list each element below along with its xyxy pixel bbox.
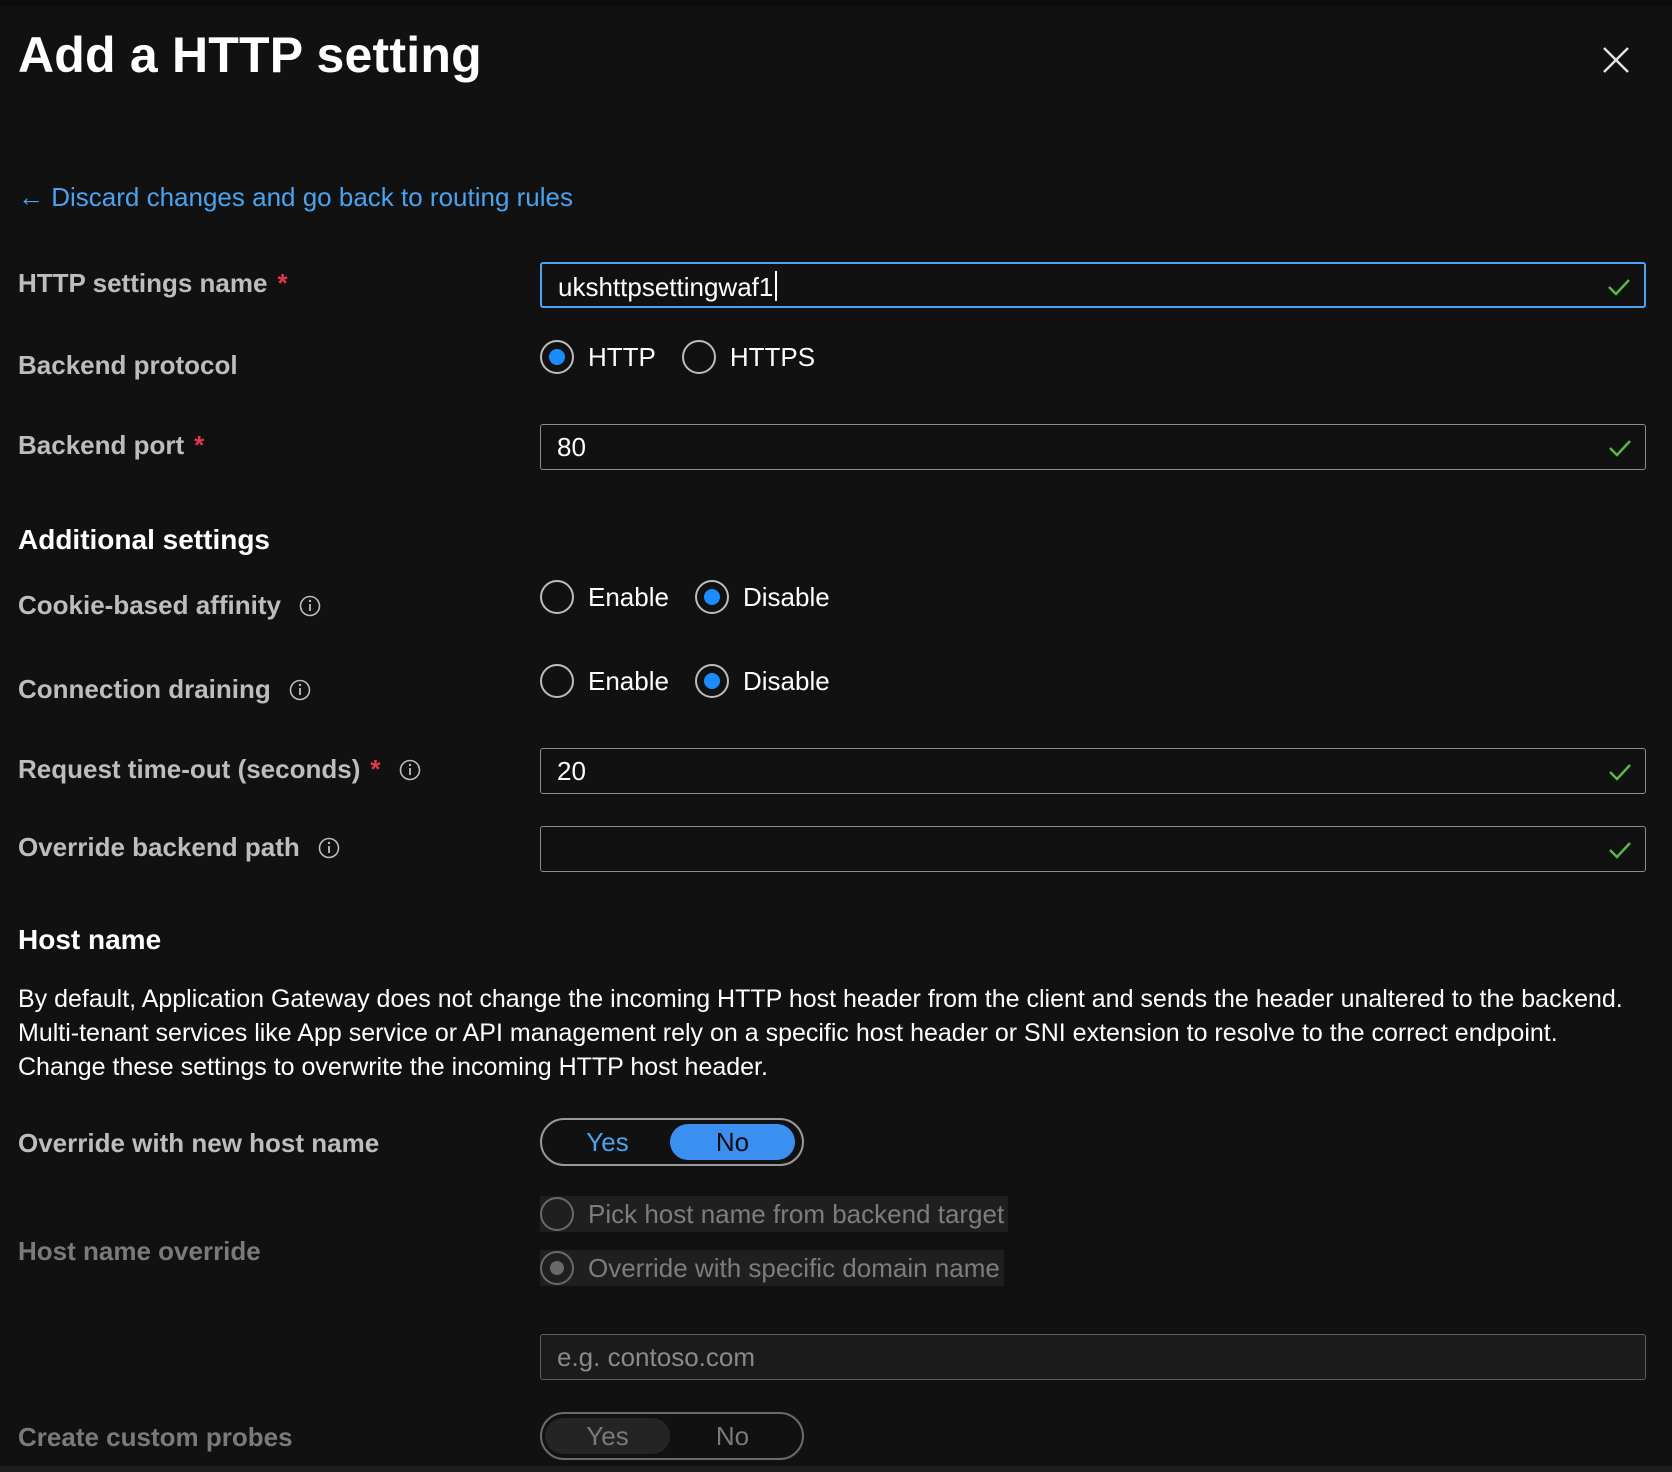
http-settings-name-input[interactable]: ukshttpsettingwaf1 bbox=[540, 262, 1646, 308]
override-domain-option[interactable]: Override with specific domain name bbox=[540, 1250, 1004, 1286]
toggle-yes[interactable]: Yes bbox=[545, 1418, 670, 1454]
radio-cookie-disable[interactable] bbox=[694, 580, 729, 614]
radio-pick-host-name[interactable] bbox=[540, 1197, 574, 1231]
custom-probes-toggle: Yes No bbox=[540, 1412, 804, 1460]
radio-http[interactable] bbox=[540, 340, 574, 374]
http-settings-name-label: HTTP settings name * bbox=[18, 268, 288, 298]
request-timeout-input[interactable]: 20 bbox=[540, 748, 1646, 794]
close-icon[interactable] bbox=[1598, 42, 1634, 78]
request-timeout-value: 20 bbox=[557, 756, 586, 786]
override-backend-path-input[interactable] bbox=[540, 826, 1646, 872]
radio-draining-disable[interactable] bbox=[694, 664, 729, 698]
additional-settings-heading: Additional settings bbox=[18, 524, 270, 555]
valid-check-icon bbox=[1608, 279, 1630, 296]
required-marker: * bbox=[370, 754, 381, 784]
toggle-yes[interactable]: Yes bbox=[545, 1124, 670, 1160]
panel-bottom-border bbox=[0, 1466, 1672, 1472]
http-setting-panel: Add a HTTP setting ← Discard changes and… bbox=[0, 6, 1672, 1472]
toggle-no[interactable]: No bbox=[670, 1124, 795, 1160]
radio-https[interactable] bbox=[681, 340, 716, 374]
info-icon[interactable] bbox=[299, 595, 321, 617]
valid-check-icon bbox=[1609, 842, 1631, 859]
toggle-no[interactable]: No bbox=[670, 1418, 795, 1454]
host-name-override-label: Host name override bbox=[18, 1236, 261, 1266]
discard-changes-text: Discard changes and go back to routing r… bbox=[51, 182, 573, 212]
radio-draining-disable-label: Disable bbox=[742, 665, 830, 696]
radio-cookie-enable-label: Enable bbox=[588, 581, 669, 612]
backend-port-label: Backend port * bbox=[18, 430, 205, 460]
backend-port-value: 80 bbox=[557, 432, 586, 462]
info-icon[interactable] bbox=[399, 759, 421, 781]
override-host-name-label: Override with new host name bbox=[18, 1128, 380, 1158]
domain-name-placeholder: e.g. contoso.com bbox=[557, 1342, 755, 1372]
info-icon[interactable] bbox=[289, 679, 311, 701]
radio-selected-dot bbox=[703, 673, 720, 689]
cookie-affinity-label: Cookie-based affinity bbox=[18, 590, 321, 621]
page-title: Add a HTTP setting bbox=[18, 27, 482, 83]
valid-check-icon bbox=[1609, 764, 1631, 781]
radio-selected-dot bbox=[703, 589, 720, 605]
radio-https-label: HTTPS bbox=[729, 341, 816, 372]
radio-cookie-disable-label: Disable bbox=[742, 581, 830, 612]
radio-http-label: HTTP bbox=[588, 341, 656, 372]
radio-cookie-enable[interactable] bbox=[540, 580, 574, 614]
radio-selected-dot bbox=[549, 349, 565, 365]
radio-override-domain-label: Override with specific domain name bbox=[588, 1252, 1000, 1283]
info-icon[interactable] bbox=[318, 837, 340, 859]
radio-draining-enable[interactable] bbox=[540, 664, 574, 698]
radio-draining-enable-label: Enable bbox=[588, 665, 669, 696]
required-marker: * bbox=[194, 430, 205, 460]
override-backend-path-label: Override backend path bbox=[18, 832, 340, 863]
host-name-heading: Host name bbox=[18, 924, 162, 955]
http-settings-name-value: ukshttpsettingwaf1 bbox=[558, 272, 774, 302]
backend-port-input[interactable]: 80 bbox=[540, 424, 1646, 470]
pick-host-name-option[interactable]: Pick host name from backend target bbox=[540, 1196, 1009, 1232]
connection-draining-radio-group: Enable Disable bbox=[540, 664, 856, 698]
radio-override-domain[interactable] bbox=[540, 1251, 574, 1285]
connection-draining-label: Connection draining bbox=[18, 674, 311, 705]
backend-protocol-radio-group: HTTP HTTPS bbox=[540, 340, 841, 374]
domain-name-input[interactable]: e.g. contoso.com bbox=[540, 1334, 1646, 1380]
discard-changes-link[interactable]: ← Discard changes and go back to routing… bbox=[18, 182, 573, 213]
back-arrow-icon: ← bbox=[18, 182, 44, 212]
override-host-name-toggle: Yes No bbox=[540, 1118, 804, 1166]
valid-check-icon bbox=[1609, 440, 1631, 457]
radio-pick-host-name-label: Pick host name from backend target bbox=[588, 1198, 1005, 1229]
text-caret bbox=[775, 271, 778, 301]
radio-selected-dot bbox=[550, 1261, 564, 1275]
required-marker: * bbox=[277, 268, 288, 298]
request-timeout-label: Request time-out (seconds) * bbox=[18, 754, 421, 785]
cookie-affinity-radio-group: Enable Disable bbox=[540, 580, 856, 614]
host-name-description: By default, Application Gateway does not… bbox=[18, 985, 1623, 1081]
backend-protocol-label: Backend protocol bbox=[18, 350, 238, 380]
custom-probes-label: Create custom probes bbox=[18, 1422, 293, 1452]
